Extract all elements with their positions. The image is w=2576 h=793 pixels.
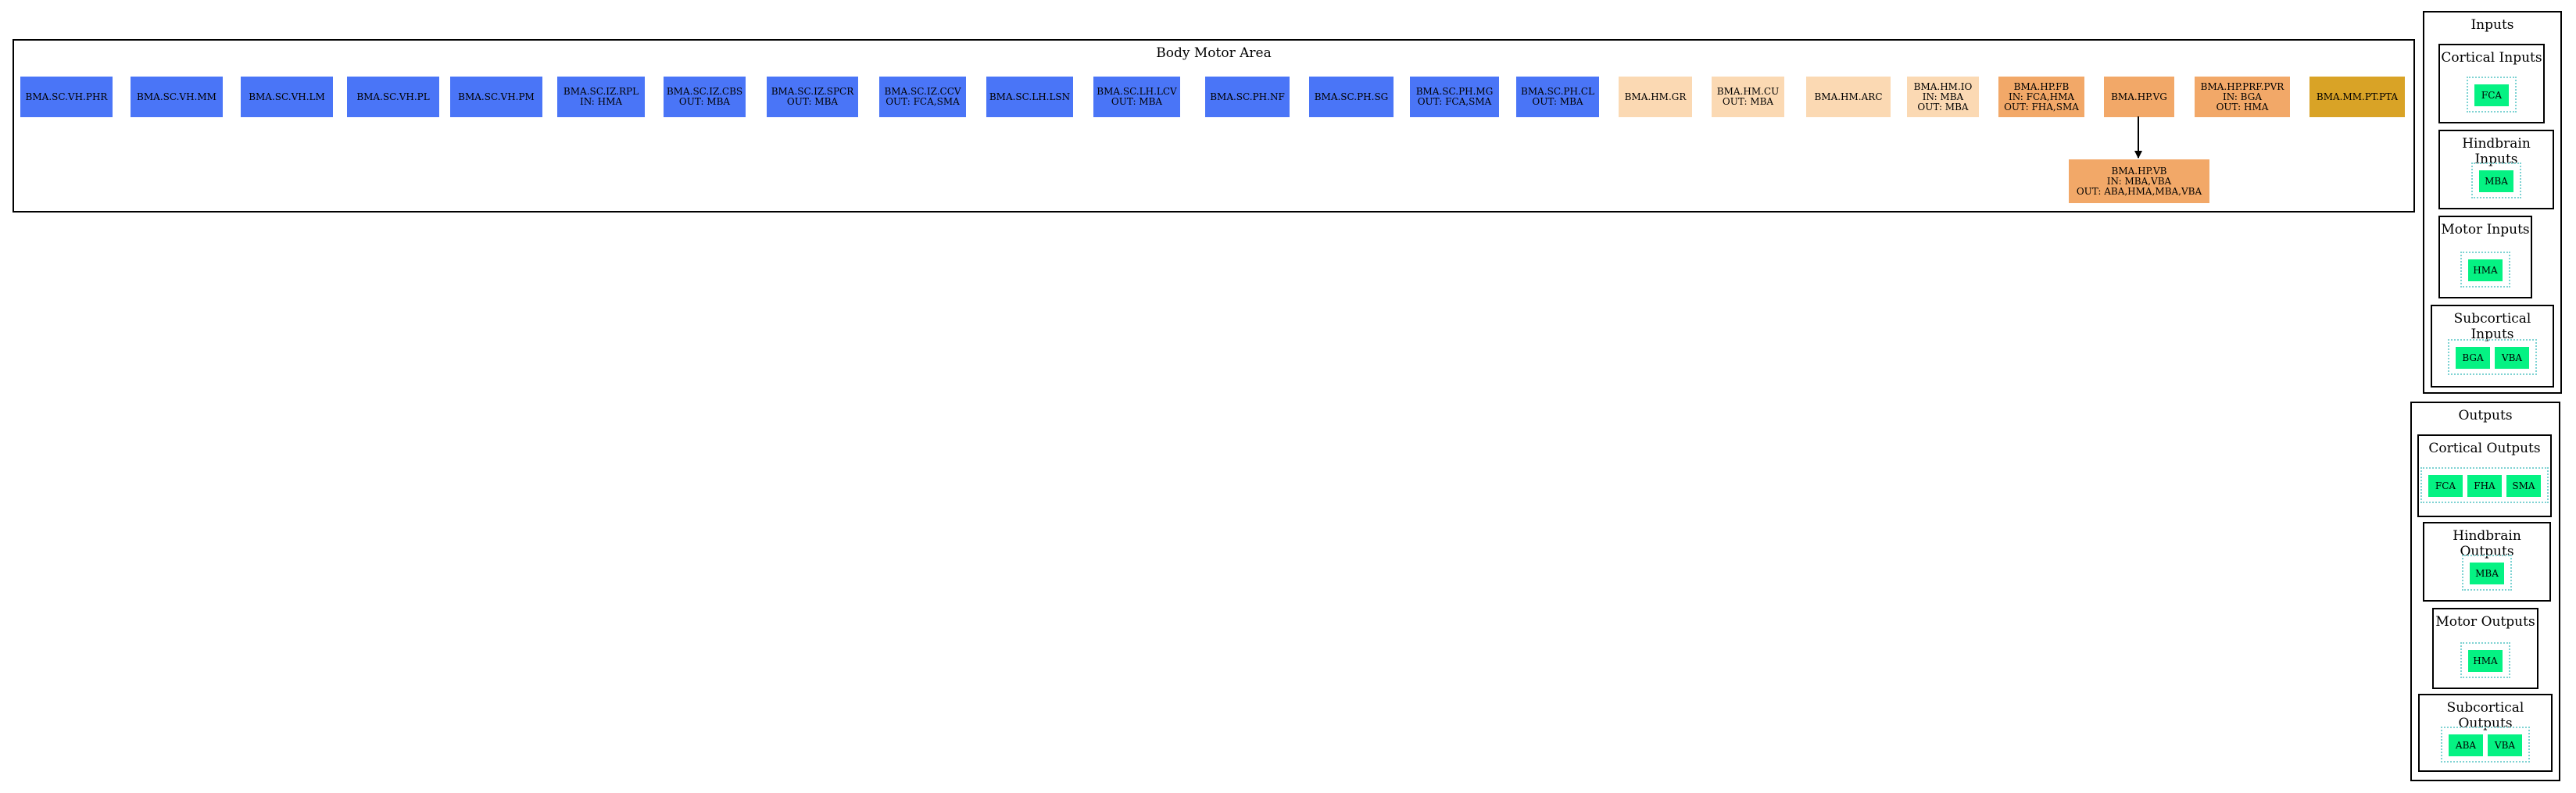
subcortical-outputs-cluster: Subcortical Outputs ABA VBA [2418, 694, 2553, 772]
node-detail: OUT: HMA [2216, 101, 2269, 113]
node-label: BMA.SC.VH.MM [137, 91, 216, 102]
node-label: BMA.HP.FB [2013, 80, 2070, 92]
node-label: BMA.SC.PH.NF [1210, 91, 1285, 102]
io-node-mba[interactable]: MBA [2479, 170, 2513, 192]
node-detail: IN: FCA,HMA [2008, 91, 2075, 102]
node-label: BMA.SC.VH.PL [356, 91, 430, 102]
io-node-fha[interactable]: FHA [2467, 475, 2502, 497]
node-detail: OUT: ABA,HMA,MBA,VBA [2076, 185, 2202, 197]
node-detail: OUT: MBA [1111, 96, 1163, 107]
node-detail: OUT: MBA [678, 96, 731, 107]
io-node-fca[interactable]: FCA [2474, 84, 2509, 106]
node-bma-hp-vg[interactable]: BMA.HP.VG [2104, 77, 2174, 117]
io-node-vba[interactable]: VBA [2495, 347, 2529, 369]
node-bma-sc-ph-cl[interactable]: BMA.SC.PH.CL OUT: MBA [1516, 77, 1599, 117]
body-motor-area-title: Body Motor Area [1156, 45, 1272, 61]
node-detail: OUT: FHA,SMA [2004, 101, 2079, 113]
node-bma-hm-arc[interactable]: BMA.HM.ARC [1806, 77, 1891, 117]
node-bma-sc-vh-pm[interactable]: BMA.SC.VH.PM [450, 77, 542, 117]
node-detail: OUT: MBA [1722, 96, 1774, 107]
node-detail: OUT: MBA [1917, 101, 1969, 113]
node-label: BMA.MM.PT.PTA [2316, 91, 2399, 102]
cortical-outputs-cluster: Cortical Outputs FCA FHA SMA [2417, 434, 2552, 517]
io-node-mba[interactable]: MBA [2470, 563, 2504, 584]
node-label: BMA.HP.VB [2111, 165, 2167, 177]
node-bma-sc-lh-lcv[interactable]: BMA.SC.LH.LCV OUT: MBA [1093, 77, 1180, 117]
node-bma-sc-lh-lsn[interactable]: BMA.SC.LH.LSN [986, 77, 1073, 117]
node-bma-hm-io[interactable]: BMA.HM.IO IN: MBA OUT: MBA [1907, 77, 1979, 117]
node-bma-hp-prf-pvr[interactable]: BMA.HP.PRF.PVR IN: BGA OUT: HMA [2195, 77, 2290, 117]
node-label: BMA.HP.VG [2111, 91, 2167, 102]
io-node-vba[interactable]: VBA [2488, 734, 2522, 756]
motor-inputs-title: Motor Inputs [2441, 222, 2530, 238]
node-bma-hm-gr[interactable]: BMA.HM.GR [1619, 77, 1692, 117]
motor-outputs-title: Motor Outputs [2435, 614, 2535, 630]
node-bma-mm-pt-pta[interactable]: BMA.MM.PT.PTA [2309, 77, 2405, 117]
outputs-title: Outputs [2458, 408, 2513, 423]
node-bma-sc-ph-mg[interactable]: BMA.SC.PH.MG OUT: FCA,SMA [1410, 77, 1499, 117]
node-label: BMA.HP.PRF.PVR [2200, 80, 2284, 92]
node-bma-sc-ph-nf[interactable]: BMA.SC.PH.NF [1205, 77, 1290, 117]
subcortical-inputs-cluster: Subcortical Inputs BGA VBA [2431, 305, 2554, 388]
hindbrain-inputs-cluster: Hindbrain Inputs MBA [2438, 130, 2554, 209]
node-label: BMA.HM.GR [1624, 91, 1687, 102]
node-bma-hp-fb[interactable]: BMA.HP.FB IN: FCA,HMA OUT: FHA,SMA [1998, 77, 2084, 117]
cortical-inputs-title: Cortical Inputs [2441, 50, 2542, 66]
io-node-sma[interactable]: SMA [2506, 475, 2541, 497]
node-label: BMA.SC.PH.SG [1314, 91, 1389, 102]
motor-inputs-cluster: Motor Inputs HMA [2438, 216, 2532, 298]
inputs-title: Inputs [2470, 17, 2514, 33]
cortical-outputs-title: Cortical Outputs [2428, 441, 2541, 456]
node-label: BMA.HM.IO [1913, 80, 1973, 92]
body-motor-area-cluster: Body Motor Area [13, 39, 2415, 213]
node-bma-sc-iz-spcr[interactable]: BMA.SC.IZ.SPCR OUT: MBA [767, 77, 858, 117]
node-detail: IN: MBA,VBA [2106, 175, 2172, 187]
node-bma-hp-vb[interactable]: BMA.HP.VB IN: MBA,VBA OUT: ABA,HMA,MBA,VBA [2069, 159, 2209, 203]
node-detail: OUT: MBA [1532, 96, 1583, 107]
io-node-hma[interactable]: HMA [2468, 650, 2503, 672]
node-label: BMA.SC.VH.PHR [25, 91, 108, 102]
io-node-fca[interactable]: FCA [2428, 475, 2463, 497]
subcortical-inputs-title: Subcortical Inputs [2453, 311, 2531, 342]
node-detail: IN: BGA [2223, 91, 2262, 102]
node-label: BMA.SC.LH.LSN [989, 91, 1071, 102]
node-bma-sc-vh-mm[interactable]: BMA.SC.VH.MM [131, 77, 223, 117]
node-bma-sc-vh-phr[interactable]: BMA.SC.VH.PHR [20, 77, 113, 117]
node-bma-sc-vh-pl[interactable]: BMA.SC.VH.PL [347, 77, 439, 117]
node-bma-sc-iz-ccv[interactable]: BMA.SC.IZ.CCV OUT: FCA,SMA [879, 77, 966, 117]
io-node-hma[interactable]: HMA [2468, 259, 2503, 281]
node-bma-sc-iz-rpl[interactable]: BMA.SC.IZ.RPL IN: HMA [557, 77, 645, 117]
hindbrain-outputs-cluster: Hindbrain Outputs MBA [2423, 522, 2551, 602]
node-detail: IN: HMA [579, 96, 623, 107]
node-bma-hm-cu[interactable]: BMA.HM.CU OUT: MBA [1712, 77, 1784, 117]
node-label: BMA.SC.VH.LM [249, 91, 325, 102]
node-label: BMA.HM.ARC [1814, 91, 1883, 102]
node-label: BMA.SC.VH.PM [458, 91, 535, 102]
node-detail: OUT: FCA,SMA [1417, 96, 1492, 107]
cortical-inputs-cluster: Cortical Inputs FCA [2438, 44, 2545, 123]
node-bma-sc-iz-cbs[interactable]: BMA.SC.IZ.CBS OUT: MBA [664, 77, 746, 117]
node-bma-sc-ph-sg[interactable]: BMA.SC.PH.SG [1309, 77, 1394, 117]
io-node-aba[interactable]: ABA [2449, 734, 2483, 756]
node-detail: OUT: FCA,SMA [886, 96, 960, 107]
node-detail: OUT: MBA [786, 96, 839, 107]
motor-outputs-cluster: Motor Outputs HMA [2432, 608, 2538, 689]
node-bma-sc-vh-lm[interactable]: BMA.SC.VH.LM [241, 77, 333, 117]
node-detail: IN: MBA [1922, 91, 1964, 102]
io-node-bga[interactable]: BGA [2456, 347, 2490, 369]
